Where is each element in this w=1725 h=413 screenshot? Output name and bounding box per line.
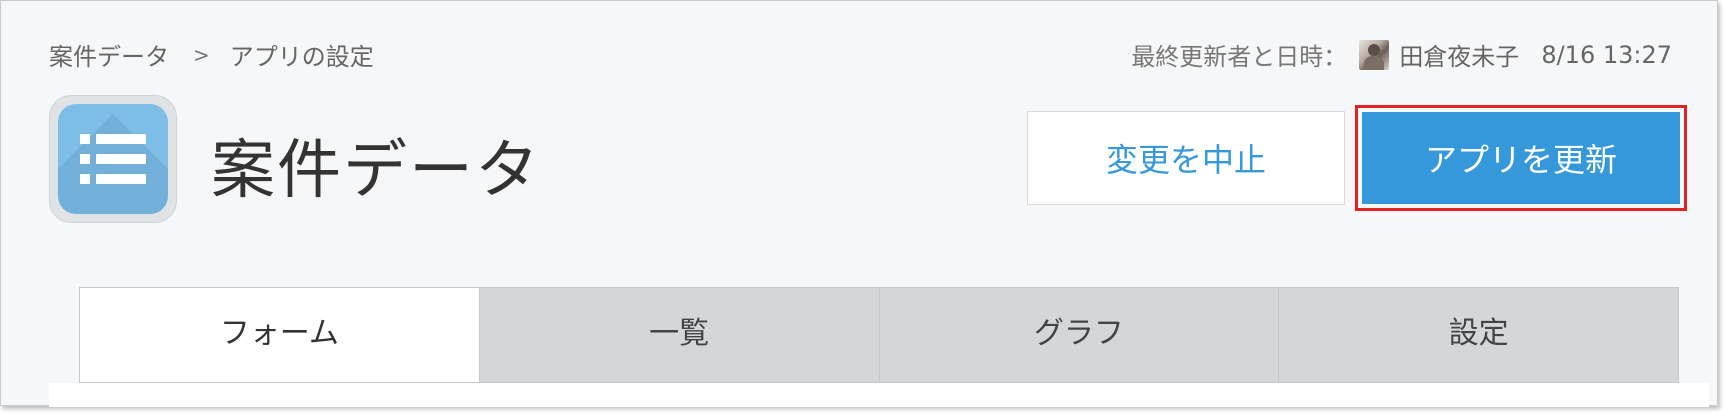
update-app-button[interactable]: アプリを更新: [1362, 112, 1680, 204]
avatar[interactable]: [1359, 39, 1390, 70]
update-button-highlight: アプリを更新: [1355, 105, 1687, 211]
app-icon: [49, 95, 177, 223]
app-title: 案件データ: [211, 134, 541, 208]
breadcrumb: 案件データ > アプリの設定: [49, 37, 374, 72]
breadcrumb-separator: >: [193, 42, 210, 67]
tab-content-area: [49, 383, 1709, 407]
last-updated-info: 最終更新者と日時： 田倉夜未子 8/16 13:27: [1131, 37, 1672, 72]
settings-tabs: フォーム 一覧 グラフ 設定: [79, 287, 1679, 383]
last-updated-user[interactable]: 田倉夜未子: [1399, 37, 1519, 72]
last-updated-label: 最終更新者と日時：: [1131, 43, 1348, 71]
cancel-changes-button[interactable]: 変更を中止: [1027, 111, 1345, 205]
tab-graph[interactable]: グラフ: [878, 288, 1279, 382]
tab-settings[interactable]: 設定: [1278, 288, 1678, 382]
breadcrumb-item-app[interactable]: 案件データ: [49, 37, 169, 72]
tab-list[interactable]: 一覧: [478, 288, 879, 382]
last-updated-time: 8/16 13:27: [1541, 40, 1672, 69]
breadcrumb-item-current: アプリの設定: [229, 43, 374, 71]
tab-form[interactable]: フォーム: [80, 288, 479, 382]
list-icon: [58, 104, 168, 214]
app-settings-page: 案件データ > アプリの設定 最終更新者と日時： 田倉夜未子 8/16 13:2…: [0, 0, 1718, 407]
